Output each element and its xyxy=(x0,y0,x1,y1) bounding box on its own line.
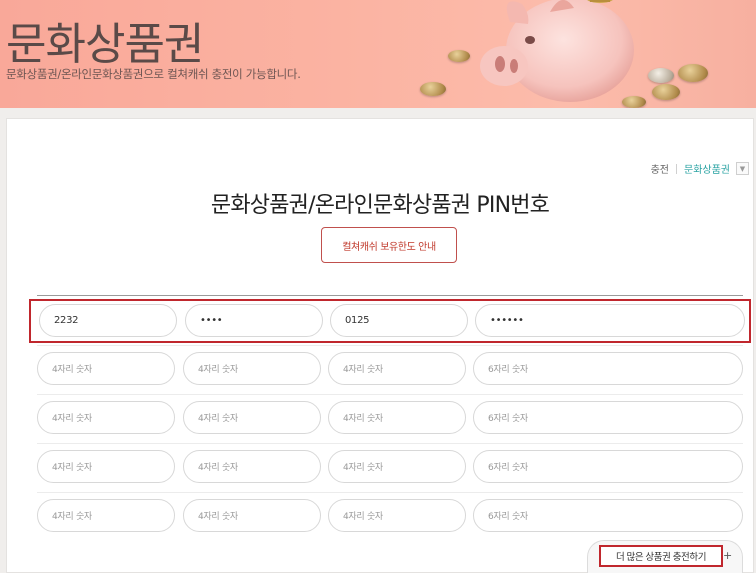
pin-field-2[interactable]: 4자리 숫자 xyxy=(183,450,321,483)
page-title: 문화상품권/온라인문화상품권 PIN번호 xyxy=(210,193,550,218)
banner-subtitle: 문화상품권/온라인문화상품권으로 컬쳐캐쉬 충전이 가능합니다. xyxy=(6,67,301,81)
pin-field-4[interactable]: •••••• xyxy=(475,304,745,337)
pin-field-1[interactable]: 4자리 숫자 xyxy=(37,499,175,532)
coin-icon xyxy=(648,68,674,83)
pin-field-3[interactable]: 4자리 숫자 xyxy=(328,499,466,532)
pin-field-3[interactable]: 0125 xyxy=(330,304,468,337)
pin-row: 4자리 숫자 4자리 숫자 4자리 숫자 6자리 숫자 xyxy=(37,447,743,489)
pin-field-4[interactable]: 6자리 숫자 xyxy=(473,499,743,532)
coin-icon xyxy=(448,50,470,62)
cash-limit-info-button[interactable]: 컬쳐캐쉬 보유한도 안내 xyxy=(321,227,457,263)
pin-row: 4자리 숫자 4자리 숫자 4자리 숫자 6자리 숫자 xyxy=(37,496,743,538)
row-divider xyxy=(37,394,743,395)
breadcrumb: 충전 문화상품권 ▼ xyxy=(651,161,749,176)
banner-title: 문화상품권 xyxy=(6,19,204,70)
plus-icon: + xyxy=(723,549,733,562)
breadcrumb-parent[interactable]: 충전 xyxy=(651,161,669,176)
pin-field-3[interactable]: 4자리 숫자 xyxy=(328,352,466,385)
pin-field-2[interactable]: 4자리 숫자 xyxy=(183,401,321,434)
pin-row: 4자리 숫자 4자리 숫자 4자리 숫자 6자리 숫자 xyxy=(37,349,743,391)
pin-field-1[interactable]: 4자리 숫자 xyxy=(37,401,175,434)
chevron-down-icon[interactable]: ▼ xyxy=(736,162,749,175)
content-card: 충전 문화상품권 ▼ 문화상품권/온라인문화상품권 PIN번호 컬쳐캐쉬 보유한… xyxy=(6,118,754,573)
pin-field-4[interactable]: 6자리 숫자 xyxy=(473,352,743,385)
row-divider xyxy=(37,345,743,346)
pin-row-highlighted: 2232 •••• 0125 •••••• xyxy=(29,299,751,343)
breadcrumb-separator xyxy=(676,163,677,174)
coin-icon xyxy=(652,84,680,100)
coin-icon xyxy=(420,82,446,96)
coin-icon xyxy=(622,96,646,108)
pin-field-2[interactable]: 4자리 숫자 xyxy=(183,352,321,385)
pin-field-2[interactable]: •••• xyxy=(185,304,323,337)
pin-field-3[interactable]: 4자리 숫자 xyxy=(328,401,466,434)
pin-row: 4자리 숫자 4자리 숫자 4자리 숫자 6자리 숫자 xyxy=(37,398,743,440)
pin-field-4[interactable]: 6자리 숫자 xyxy=(473,401,743,434)
piggy-bank-illustration xyxy=(480,0,634,102)
row-divider xyxy=(37,443,743,444)
row-divider xyxy=(37,492,743,493)
pin-field-3[interactable]: 4자리 숫자 xyxy=(328,450,466,483)
breadcrumb-current[interactable]: 문화상품권 xyxy=(684,161,730,176)
hero-banner: 문화상품권 문화상품권/온라인문화상품권으로 컬쳐캐쉬 충전이 가능합니다. xyxy=(0,0,756,108)
pin-field-4[interactable]: 6자리 숫자 xyxy=(473,450,743,483)
coin-icon xyxy=(678,64,708,82)
divider xyxy=(37,295,743,296)
charge-more-button[interactable]: 더 많은 상품권 충전하기 xyxy=(599,545,723,567)
pin-field-1[interactable]: 2232 xyxy=(39,304,177,337)
pin-field-1[interactable]: 4자리 숫자 xyxy=(37,352,175,385)
pin-field-2[interactable]: 4자리 숫자 xyxy=(183,499,321,532)
pin-field-1[interactable]: 4자리 숫자 xyxy=(37,450,175,483)
